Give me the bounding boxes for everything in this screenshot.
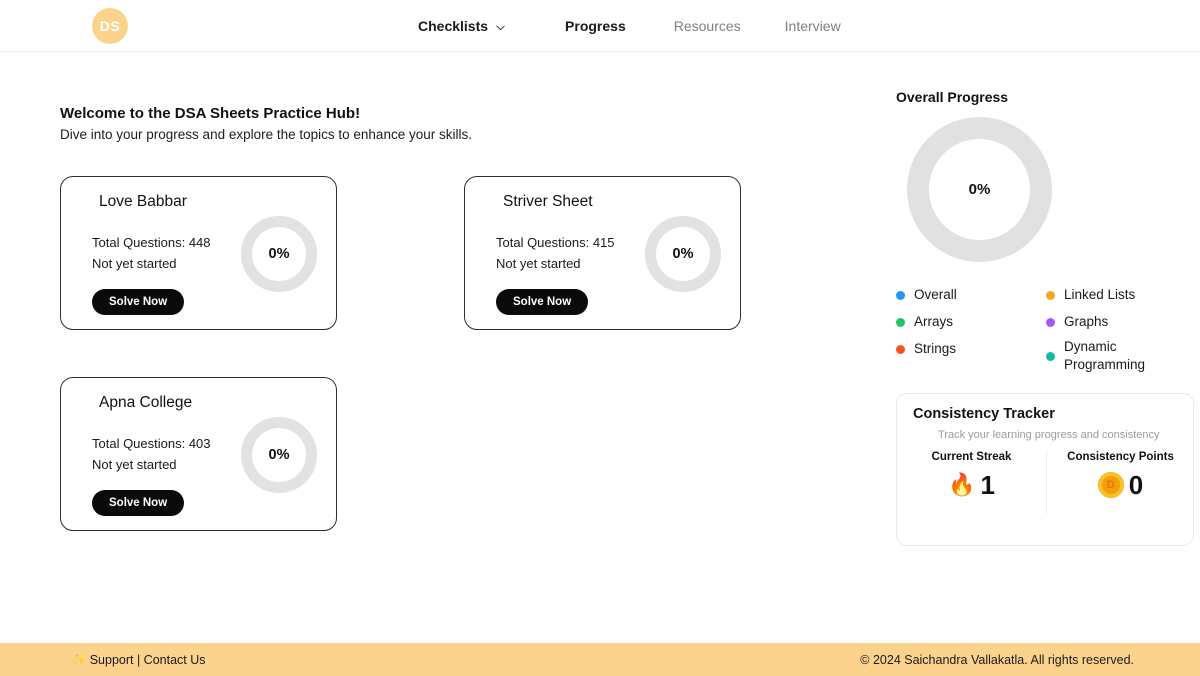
fire-icon: 🔥 (948, 472, 976, 497)
progress-ring-value: 0% (268, 447, 290, 463)
logo-text: DS (99, 18, 121, 34)
card-total-questions: Total Questions: 415 (496, 235, 615, 250)
footer-copyright: © 2024 Saichandra Vallakatla. All rights… (860, 652, 1134, 667)
coin-letter: D (1106, 478, 1115, 491)
legend-dot-icon (1046, 351, 1055, 361)
tracker-stat-value-row: D 0 (1097, 470, 1144, 500)
tracker-stat-current-streak: Current Streak 🔥 1 (897, 451, 1046, 521)
overall-progress-title: Overall Progress (896, 89, 1009, 105)
card-progress-ring: 0% (241, 216, 317, 292)
legend-label: Linked Lists (1064, 287, 1136, 303)
solve-now-button[interactable]: Solve Now (92, 490, 185, 516)
nav-item-progress[interactable]: Progress (565, 18, 626, 34)
card-total-questions: Total Questions: 448 (92, 235, 211, 250)
legend-item-strings[interactable]: Strings (896, 336, 1046, 363)
top-navigation-bar: DS Checklists Progress Resources Intervi… (0, 0, 1200, 52)
nav-label-resources: Resources (673, 18, 741, 34)
tracker-stat-value: 0 (1128, 470, 1144, 500)
card-title: Love Babbar (99, 193, 187, 210)
tracker-title: Consistency Tracker (913, 406, 1055, 422)
legend-item-graphs[interactable]: Graphs (1046, 309, 1196, 336)
tracker-stat-consistency-points: Consistency Points D 0 (1046, 451, 1195, 521)
tracker-stat-value-row: 🔥 1 (948, 472, 995, 498)
page-title: Welcome to the DSA Sheets Practice Hub! (60, 105, 361, 122)
legend-dot-icon (1046, 291, 1055, 300)
tracker-stat-value: 1 (980, 470, 995, 500)
sparkle-icon: ✨ (72, 654, 86, 666)
card-progress-ring: 0% (241, 417, 317, 493)
legend-dot-icon (896, 345, 905, 354)
solve-now-button[interactable]: Solve Now (92, 289, 185, 315)
tracker-stat-label: Current Streak (931, 451, 1012, 463)
sheet-card-apna-college[interactable]: Apna College Total Questions: 403 Not ye… (60, 377, 337, 531)
legend-label: Arrays (914, 314, 954, 330)
donut-center-value: 0% (968, 181, 991, 198)
nav-label-checklists: Checklists (418, 18, 489, 34)
tracker-stat-label: Consistency Points (1067, 451, 1174, 463)
legend-label: Graphs (1064, 314, 1109, 330)
card-status: Not yet started (92, 256, 177, 271)
legend-dot-icon (1046, 318, 1055, 327)
sheet-card-love-babbar[interactable]: Love Babbar Total Questions: 448 Not yet… (60, 176, 337, 330)
progress-ring-value: 0% (672, 246, 694, 262)
main-nav: Checklists Progress Resources Interview (418, 0, 841, 52)
legend-item-overall[interactable]: Overall (896, 282, 1046, 309)
footer-support-link[interactable]: ✨ Support | Contact Us (72, 653, 206, 667)
legend-label: Strings (914, 341, 957, 357)
coin-icon: D (1097, 472, 1124, 498)
nav-label-interview: Interview (784, 18, 841, 34)
app-logo[interactable]: DS (92, 8, 128, 44)
legend-dot-icon (896, 318, 905, 327)
card-title: Apna College (99, 394, 193, 411)
card-title: Striver Sheet (503, 193, 593, 210)
legend-item-linked-lists[interactable]: Linked Lists (1046, 282, 1196, 309)
consistency-tracker-card: Consistency Tracker Track your learning … (896, 393, 1194, 546)
tracker-stats: Current Streak 🔥 1 Consistency Points D … (897, 451, 1195, 521)
nav-item-interview[interactable]: Interview (785, 18, 841, 34)
nav-item-resources[interactable]: Resources (674, 18, 741, 34)
page-footer: ✨ Support | Contact Us © 2024 Saichandra… (0, 643, 1200, 676)
card-status: Not yet started (92, 457, 177, 472)
legend-item-arrays[interactable]: Arrays (896, 309, 1046, 336)
nav-item-checklists[interactable]: Checklists (418, 18, 506, 34)
legend-label: Overall (914, 287, 957, 303)
legend-dot-icon (896, 291, 905, 300)
tracker-subtitle: Track your learning progress and consist… (938, 429, 1160, 441)
nav-label-progress: Progress (565, 18, 626, 34)
footer-support-label: Support | Contact Us (89, 652, 206, 667)
app-root: DS Checklists Progress Resources Intervi… (0, 0, 1200, 676)
card-progress-ring: 0% (645, 216, 721, 292)
overall-progress-donut-chart: 0% (907, 117, 1052, 262)
chart-legend: Overall Linked Lists Arrays Graphs Strin… (896, 282, 1196, 376)
chevron-down-icon (495, 22, 506, 33)
sheet-card-striver-sheet[interactable]: Striver Sheet Total Questions: 415 Not y… (464, 176, 741, 330)
card-total-questions: Total Questions: 403 (92, 436, 211, 451)
page-subtitle: Dive into your progress and explore the … (60, 127, 472, 142)
legend-item-dynamic-programming[interactable]: Dynamic Programming (1046, 336, 1196, 376)
progress-ring-value: 0% (268, 246, 290, 262)
solve-now-button[interactable]: Solve Now (496, 289, 589, 315)
legend-label: Dynamic Programming (1064, 338, 1146, 372)
card-status: Not yet started (496, 256, 581, 271)
